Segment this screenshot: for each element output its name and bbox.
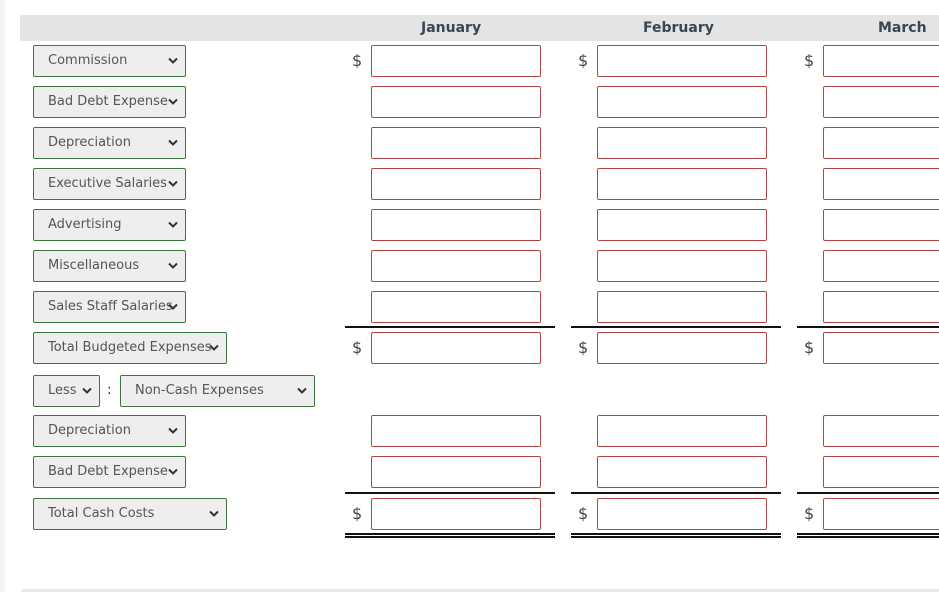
column-header-march: March [878,20,927,36]
row-select-value: Advertising [48,217,122,232]
january-commission-input[interactable] [371,45,541,77]
chevron-down-icon [297,376,307,406]
january-sales-staff-salaries-input[interactable] [371,291,541,323]
february-depreciation-input[interactable] [597,127,767,159]
separator-colon: : [107,382,112,398]
subtotal-rule [571,492,781,494]
january-total-cash-costs-input[interactable] [371,498,541,530]
row-select-value: Commission [48,53,128,68]
chevron-down-icon [168,210,178,240]
less-select[interactable]: Less [33,375,100,407]
row-select-executive-salaries[interactable]: Executive Salaries [33,168,186,200]
march-commission-input[interactable] [823,45,939,77]
chevron-down-icon [168,87,178,117]
grand-total-double-rule [797,533,939,538]
row-select-value: Executive Salaries [48,176,167,191]
currency-symbol: $ [352,504,363,523]
february-sales-staff-salaries-input[interactable] [597,291,767,323]
march-executive-salaries-input[interactable] [823,168,939,200]
row-select-value: Total Cash Costs [48,506,155,521]
january-miscellaneous-input[interactable] [371,250,541,282]
row-select-advertising[interactable]: Advertising [33,209,186,241]
february-total-budgeted-expenses-input[interactable] [597,332,767,364]
january-advertising-input[interactable] [371,209,541,241]
march-advertising-input[interactable] [823,209,939,241]
march-total-budgeted-expenses-input[interactable] [823,332,939,364]
chevron-down-icon [209,333,219,363]
march-bad-debt-expense-input[interactable] [823,456,939,488]
chevron-down-icon [168,128,178,158]
row-select-value: Total Budgeted Expenses [48,340,212,355]
january-total-budgeted-expenses-input[interactable] [371,332,541,364]
currency-symbol: $ [578,338,589,357]
currency-symbol: $ [804,504,815,523]
row-select-value: Depreciation [48,423,131,438]
february-bad-debt-expense-input[interactable] [597,86,767,118]
row-select-value: Miscellaneous [48,258,140,273]
left-edge [0,0,5,592]
row-select-total-cash-costs[interactable]: Total Cash Costs [33,498,227,530]
chevron-down-icon [82,376,92,406]
column-header-january: January [421,20,482,36]
february-advertising-input[interactable] [597,209,767,241]
subtotal-rule [797,326,939,328]
february-executive-salaries-input[interactable] [597,168,767,200]
january-bad-debt-expense-input[interactable] [371,86,541,118]
chevron-down-icon [168,251,178,281]
subtotal-rule [345,326,555,328]
non-cash-expenses-select[interactable]: Non-Cash Expenses [120,375,315,407]
row-select-depreciation[interactable]: Depreciation [33,415,186,447]
row-select-value: Bad Debt Expense [48,464,168,479]
february-miscellaneous-input[interactable] [597,250,767,282]
less-select-value: Less [48,383,77,398]
february-total-cash-costs-input[interactable] [597,498,767,530]
january-depreciation-input[interactable] [371,415,541,447]
chevron-down-icon [168,169,178,199]
february-depreciation-input[interactable] [597,415,767,447]
subtotal-rule [571,326,781,328]
non-cash-expenses-select-value: Non-Cash Expenses [135,383,264,398]
currency-symbol: $ [804,51,815,70]
chevron-down-icon [209,499,219,529]
row-select-value: Depreciation [48,135,131,150]
column-header-february: February [643,20,714,36]
row-select-bad-debt-expense[interactable]: Bad Debt Expense [33,456,186,488]
grand-total-double-rule [345,533,555,538]
march-bad-debt-expense-input[interactable] [823,86,939,118]
row-select-total-budgeted-expenses[interactable]: Total Budgeted Expenses [33,332,227,364]
grand-total-double-rule [571,533,781,538]
february-commission-input[interactable] [597,45,767,77]
currency-symbol: $ [578,504,589,523]
currency-symbol: $ [352,338,363,357]
march-sales-staff-salaries-input[interactable] [823,291,939,323]
march-depreciation-input[interactable] [823,127,939,159]
january-executive-salaries-input[interactable] [371,168,541,200]
february-bad-debt-expense-input[interactable] [597,456,767,488]
currency-symbol: $ [804,338,815,357]
subtotal-rule [345,492,555,494]
chevron-down-icon [168,292,178,322]
march-total-cash-costs-input[interactable] [823,498,939,530]
row-select-value: Bad Debt Expense [48,94,168,109]
row-select-commission[interactable]: Commission [33,45,186,77]
table-header: January February March [20,15,939,41]
chevron-down-icon [168,46,178,76]
january-bad-debt-expense-input[interactable] [371,456,541,488]
march-miscellaneous-input[interactable] [823,250,939,282]
row-select-depreciation[interactable]: Depreciation [33,127,186,159]
row-select-miscellaneous[interactable]: Miscellaneous [33,250,186,282]
row-select-bad-debt-expense[interactable]: Bad Debt Expense [33,86,186,118]
currency-symbol: $ [578,51,589,70]
march-depreciation-input[interactable] [823,415,939,447]
january-depreciation-input[interactable] [371,127,541,159]
row-select-value: Sales Staff Salaries [48,299,173,314]
subtotal-rule [797,492,939,494]
row-select-sales-staff-salaries[interactable]: Sales Staff Salaries [33,291,186,323]
currency-symbol: $ [352,51,363,70]
chevron-down-icon [168,416,178,446]
chevron-down-icon [168,457,178,487]
